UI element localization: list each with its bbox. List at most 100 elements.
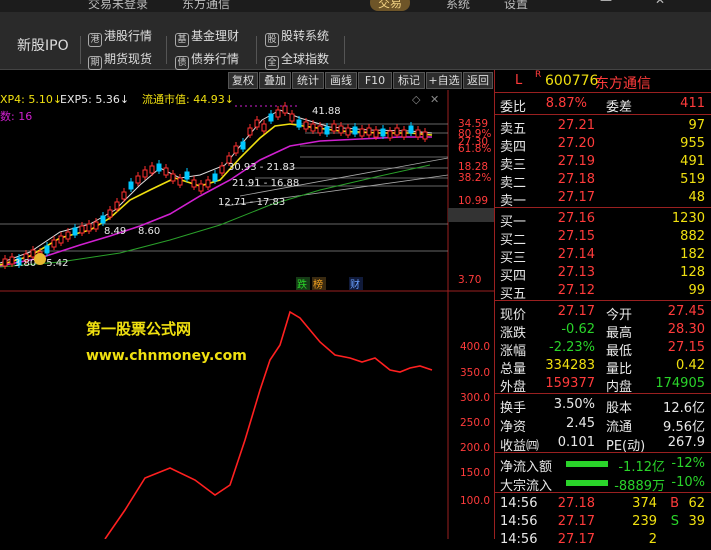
indicator-tick: 100.0 (460, 495, 490, 507)
trade-button[interactable]: 交易 (370, 0, 411, 11)
price-tick: 3.70 (458, 274, 481, 286)
candle (408, 125, 414, 134)
kline-chart[interactable]: 41.88 30.93 - 21.83 21.91 - 16.88 12.71 … (0, 90, 494, 539)
low-point-marker (34, 253, 46, 265)
toolbar-divider (344, 36, 345, 64)
fund-button[interactable]: 基基金理财 (175, 27, 239, 47)
settings-menu[interactable]: 设置 (504, 0, 528, 12)
stat-row: 外盘 159377 内盘 174905 (496, 374, 709, 395)
circulation-value-label: 流通市值: 44.93↓ (142, 92, 234, 106)
draw-line-button[interactable]: 画线 (325, 72, 357, 89)
tick-time: 14:56 (500, 496, 538, 511)
f10-button[interactable]: F10 (358, 72, 392, 89)
bid-price: 27.15 (557, 229, 595, 244)
stat-value: -0.62 (561, 322, 595, 337)
watermark-url: www.chnmoney.com (86, 348, 247, 364)
neeq-label: 股转系统 (281, 29, 330, 43)
candle (156, 163, 162, 172)
indicator-tick: 350.0 (460, 367, 490, 379)
ask-volume: 491 (680, 154, 705, 169)
main-toolbar: 新股IPO 港港股行情 期期货现货 基基金理财 债债券行情 股股转系统 全全球指… (0, 12, 711, 70)
candle (30, 249, 36, 258)
ask-volume: 97 (688, 118, 705, 133)
statistics-button[interactable]: 统计 (292, 72, 324, 89)
candle (394, 127, 400, 136)
candle (289, 113, 295, 122)
candle (93, 221, 99, 230)
candle (387, 130, 393, 139)
wb-label: 委比 (500, 100, 527, 115)
candle (128, 181, 134, 190)
candle (51, 239, 57, 248)
stat-row: 涨跌 -0.62 最高 28.30 (496, 320, 709, 341)
top-strip: 交易未登录 东方通信 交易 系统 设置 — ✕ (0, 0, 711, 12)
bid-volume: 128 (680, 265, 705, 280)
close-icon[interactable]: ✕ (655, 0, 665, 7)
stat-value: 2.45 (566, 416, 595, 431)
global-index-label: 全球指数 (281, 52, 330, 66)
back-button[interactable]: 返回 (463, 72, 493, 89)
bid-row: 买二 27.15 882 (496, 227, 709, 248)
mark-button[interactable]: 标记 (393, 72, 425, 89)
tick-direction: S (670, 514, 679, 529)
tag-finance: 财 (350, 278, 360, 291)
flow-bar (566, 461, 608, 467)
add-watchlist-button[interactable]: +自选 (426, 72, 462, 89)
bond-button[interactable]: 债债券行情 (175, 50, 239, 70)
bid-volume: 882 (680, 229, 705, 244)
tick-price: 27.17 (557, 532, 595, 547)
order-ratio-row: 委比 8.87% 委差 411 (496, 94, 709, 115)
candle (100, 215, 106, 224)
candle (2, 258, 8, 267)
stat-row: 总量 334283 量比 0.42 (496, 356, 709, 377)
bid-row: 买五 27.12 99 (496, 281, 709, 302)
new-ipo-button[interactable]: 新股IPO (17, 35, 69, 55)
diamond-icon[interactable]: ◇ (412, 93, 421, 106)
candle (170, 173, 176, 182)
candle (114, 201, 120, 210)
candle (135, 175, 141, 184)
close-chart-icon[interactable]: ✕ (430, 93, 439, 106)
global-index-button[interactable]: 全全球指数 (265, 50, 329, 70)
annotation-range2: 21.91 - 16.88 (232, 178, 299, 189)
ask-row: 卖四 27.20 955 (496, 134, 709, 155)
candle (184, 171, 190, 180)
candle (205, 179, 211, 188)
restore-rights-button[interactable]: 复权 (228, 72, 258, 89)
candle (296, 119, 302, 128)
indicator-tick: 250.0 (460, 417, 490, 429)
divider (495, 452, 711, 453)
candle (72, 227, 78, 236)
neeq-button[interactable]: 股股转系统 (265, 27, 329, 47)
hk-market-label: 港股行情 (104, 29, 153, 43)
tag-drop: 跌 (297, 278, 307, 291)
tick-time: 14:56 (500, 532, 538, 547)
ask-price: 27.19 (557, 154, 595, 169)
indicator-tick: 200.0 (460, 442, 490, 454)
tick-time: 14:56 (500, 514, 538, 529)
bid-price: 27.12 (557, 283, 595, 298)
candle (142, 169, 148, 178)
ask-price: 27.18 (557, 172, 595, 187)
system-menu[interactable]: 系统 (446, 0, 470, 12)
stat-row: 涨幅 -2.23% 最低 27.15 (496, 338, 709, 359)
overlay-button[interactable]: 叠加 (259, 72, 291, 89)
flow-percent: -12% (671, 456, 705, 471)
ask-volume: 48 (688, 190, 705, 205)
tick-row: 14:56 27.18 374 B 62 (496, 494, 709, 514)
candle (303, 121, 309, 130)
minimize-icon[interactable]: — (600, 0, 612, 7)
stock-name: 东方通信 (595, 76, 651, 92)
candle (86, 223, 92, 232)
candle (373, 129, 379, 138)
hk-market-button[interactable]: 港港股行情 (88, 27, 152, 47)
ask-row: 卖一 27.17 48 (496, 188, 709, 209)
current-price-box (448, 208, 494, 222)
candle (352, 126, 358, 135)
ask-price: 27.21 (557, 118, 595, 133)
futures-button[interactable]: 期期货现货 (88, 50, 152, 70)
divider (495, 207, 711, 208)
stat-value: 159377 (545, 376, 595, 391)
stat-value: 27.17 (557, 304, 595, 319)
candle (44, 245, 50, 254)
